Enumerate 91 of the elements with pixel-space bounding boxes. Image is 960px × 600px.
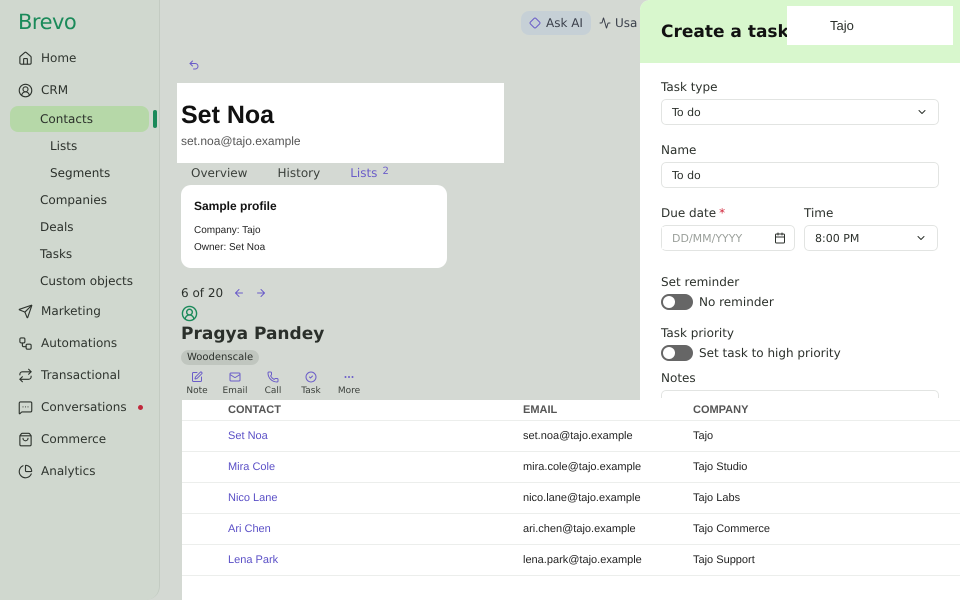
table-cell-text: Tajo Studio	[693, 461, 748, 473]
next-button[interactable]	[255, 287, 268, 299]
table-cell-text: set.noa@tajo.example	[523, 430, 634, 442]
name-field[interactable]: To do	[661, 162, 939, 188]
action-button[interactable]: Task	[295, 371, 327, 396]
repeat-icon	[18, 368, 33, 382]
sidebar-item[interactable]: Conversations	[0, 391, 159, 423]
company-label: Tajo	[787, 6, 953, 45]
action-button[interactable]: Email	[219, 371, 251, 396]
previous-button[interactable]	[233, 287, 246, 299]
task-type-select[interactable]: To do	[661, 99, 939, 125]
table-cell-text: nico.lane@tajo.example	[523, 492, 642, 504]
contact-link[interactable]: Ari Chen	[228, 523, 271, 535]
time-select[interactable]: 8:00 PM	[804, 225, 938, 251]
tab[interactable]: Overview	[191, 166, 248, 180]
field-label: Time	[804, 206, 834, 220]
mail-icon	[229, 371, 241, 383]
table-cell-text: Tajo Support	[693, 554, 756, 566]
send-icon	[18, 304, 33, 318]
back-icon[interactable]	[188, 58, 200, 70]
phone-icon	[267, 371, 279, 383]
sidebar-item[interactable]: Automations	[0, 327, 159, 359]
avatar-icon	[181, 305, 198, 322]
contact-link[interactable]: Set Noa	[228, 430, 268, 442]
sidebar-item[interactable]: Custom objects	[10, 268, 149, 294]
activity-icon	[598, 17, 611, 29]
field-label: Name	[661, 143, 698, 157]
contact-link[interactable]: Nico Lane	[228, 492, 278, 504]
sidebar-item[interactable]: Analytics	[0, 455, 159, 487]
notes-field[interactable]	[661, 390, 939, 398]
tab[interactable]: History	[278, 166, 320, 180]
usage-button[interactable]: Usa	[598, 16, 638, 30]
table-cell-text: Tajo Labs	[693, 492, 742, 504]
toggle-switch[interactable]	[661, 294, 693, 310]
action-button[interactable]: More	[333, 371, 365, 396]
due-date-field[interactable]: DD/MM/YYYY	[661, 225, 795, 251]
action-button[interactable]: Note	[181, 371, 213, 396]
profile-detail: Owner: Set Noa	[194, 242, 266, 253]
contact-link[interactable]: Mira Cole	[228, 461, 276, 473]
field-label: Notes	[661, 371, 697, 385]
column-header: COMPANY	[693, 404, 750, 416]
contact-name: Set Noa	[181, 101, 276, 130]
bag-icon	[18, 432, 33, 446]
column-header: EMAIL	[523, 404, 558, 416]
contact-link[interactable]: Lena Park	[228, 554, 278, 566]
tab[interactable]: Lists 2	[350, 166, 389, 180]
sidebar-item[interactable]: Commerce	[0, 423, 159, 455]
profile-title: Sample profile	[194, 199, 278, 213]
ask-ai-button[interactable]: Ask AI	[521, 11, 591, 35]
sidebar-item[interactable]: Transactional	[0, 359, 159, 391]
pager-count: 6 of 20	[181, 286, 224, 300]
field-label: Task priority	[661, 326, 736, 340]
diamond-icon	[529, 17, 541, 29]
field-label: Task type	[661, 80, 719, 94]
sidebar-item[interactable]: Tasks	[10, 241, 149, 267]
sidebar-item[interactable]: Home	[0, 42, 159, 74]
home-icon	[18, 50, 33, 66]
toggle-switch[interactable]	[661, 345, 693, 361]
sidebar-item[interactable]: Deals	[10, 214, 149, 240]
person-name: Pragya Pandey	[181, 324, 324, 344]
drawer-title: Create a task	[661, 22, 789, 42]
sidebar-item[interactable]: Companies	[10, 187, 149, 213]
sidebar-item[interactable]: Lists	[10, 133, 149, 159]
selection-indicator	[153, 110, 157, 128]
sidebar-item[interactable]: Segments	[10, 160, 149, 186]
calendar-icon	[774, 232, 786, 244]
company-tag: Woodenscale	[181, 350, 260, 365]
workflow-icon	[18, 336, 33, 350]
check-circle-icon	[305, 371, 317, 383]
required-mark: *	[719, 206, 726, 220]
field-label: Set reminder	[661, 275, 740, 289]
table-cell-text: ari.chen@tajo.example	[523, 523, 637, 535]
user-icon	[18, 82, 33, 98]
contact-email: set.noa@tajo.example	[181, 134, 302, 148]
table-cell-text: Tajo Commerce	[693, 523, 772, 535]
field-label: Due date *	[661, 206, 726, 220]
sidebar-item[interactable]: Contacts	[10, 106, 149, 132]
column-header: CONTACT	[228, 404, 282, 416]
edit-icon	[191, 371, 203, 383]
table-cell-text: mira.cole@tajo.example	[523, 461, 642, 473]
sidebar-item[interactable]: CRM	[0, 74, 159, 106]
action-button[interactable]: Call	[257, 371, 289, 396]
sidebar-item[interactable]: Marketing	[0, 295, 159, 327]
logo: Brevo	[17, 10, 78, 36]
chat-icon	[18, 400, 33, 414]
pie-chart-icon	[18, 464, 33, 478]
toggle-label: Set task to high priority	[699, 346, 841, 360]
toggle-label: No reminder	[699, 295, 774, 309]
table-cell-text: lena.park@tajo.example	[523, 554, 643, 566]
table-cell-text: Tajo	[693, 430, 714, 442]
profile-detail: Company: Tajo	[194, 225, 262, 236]
